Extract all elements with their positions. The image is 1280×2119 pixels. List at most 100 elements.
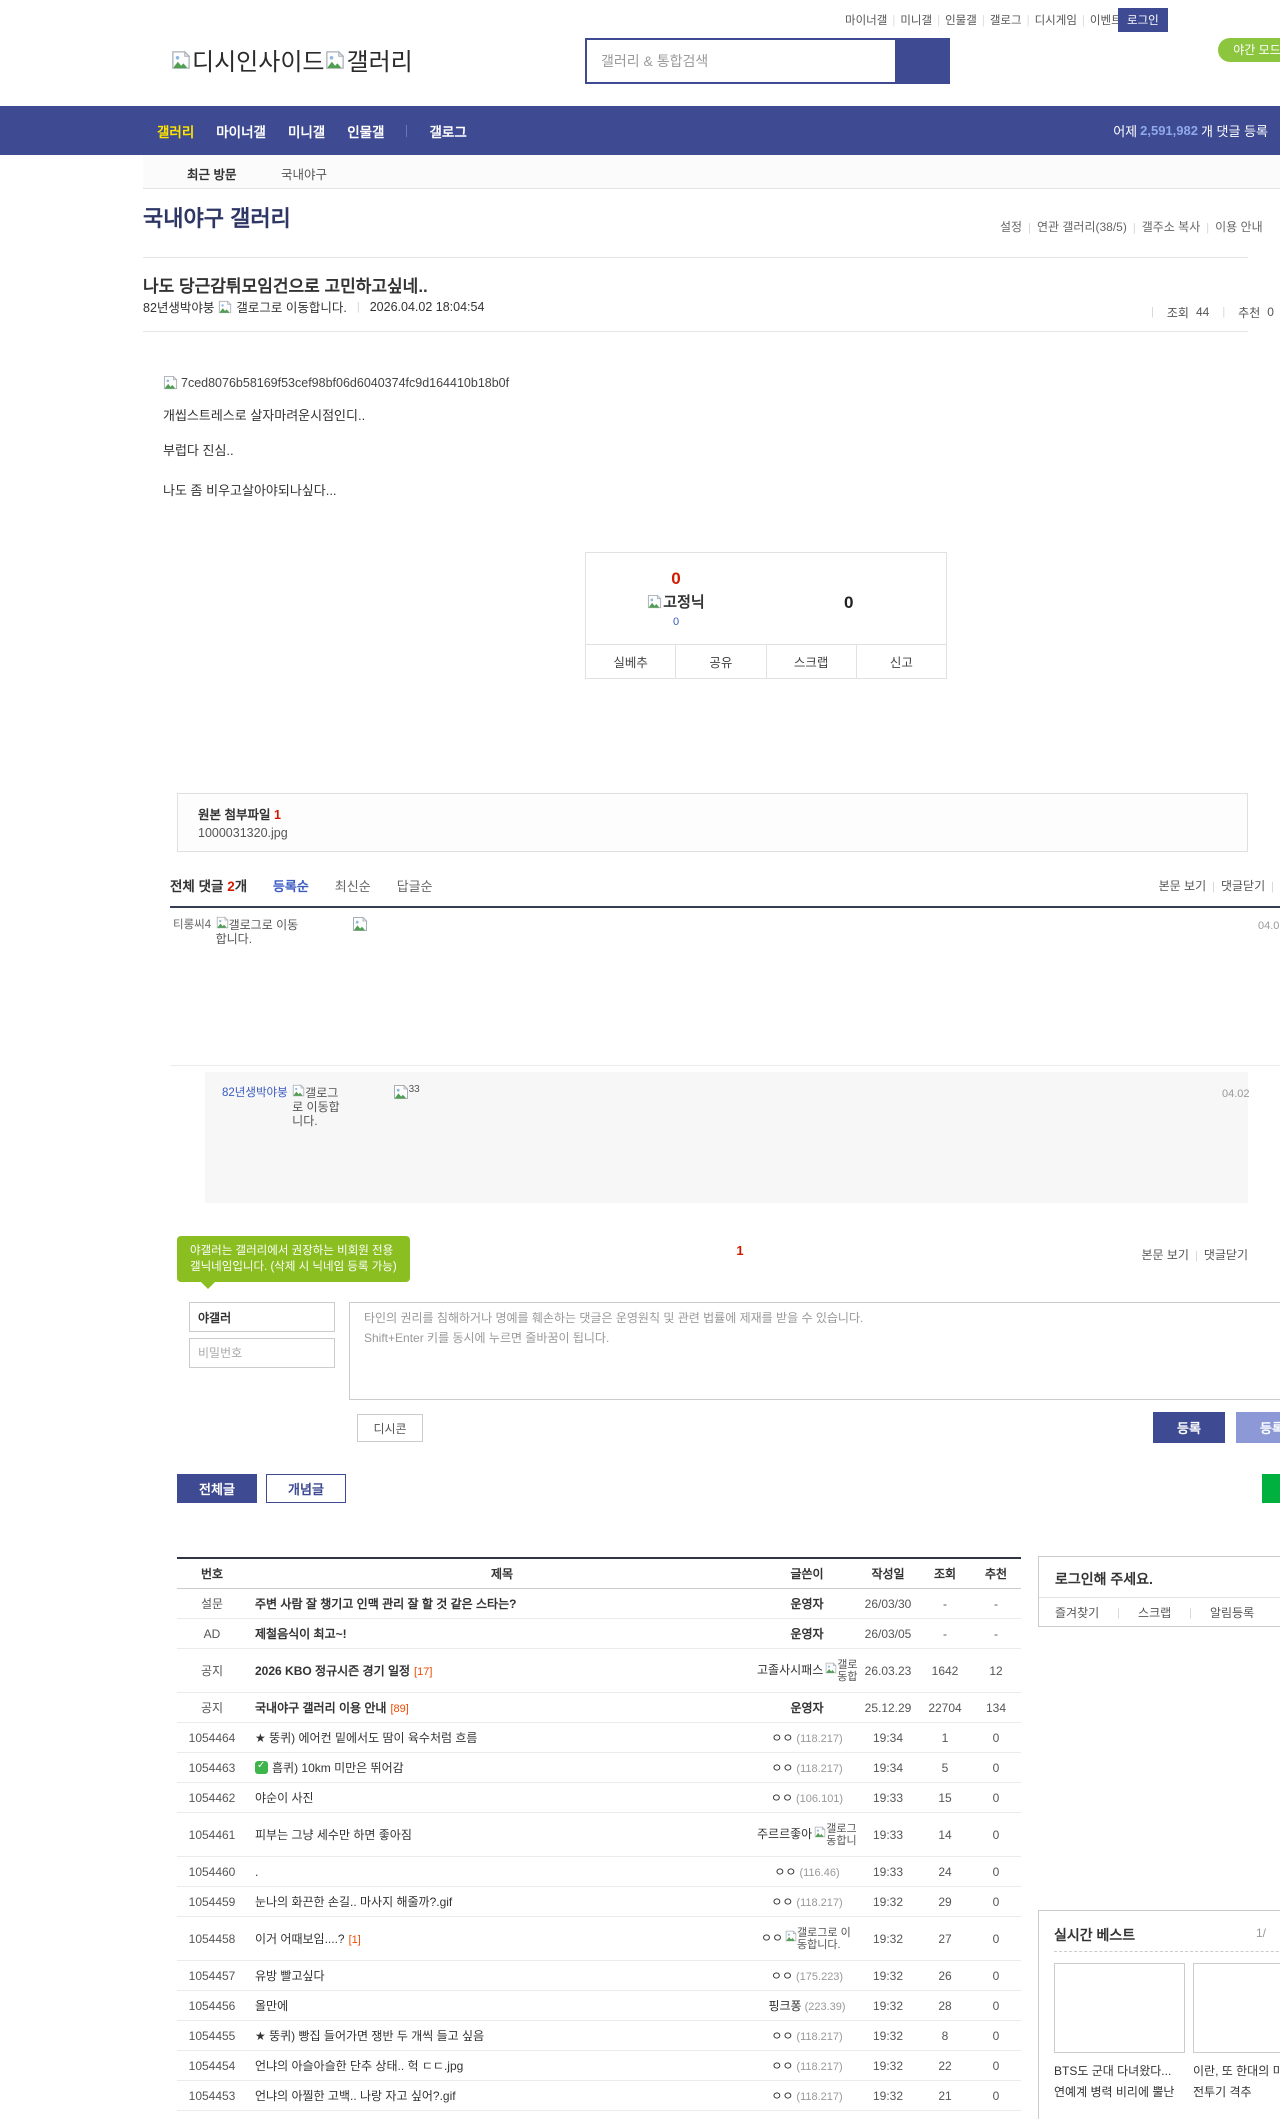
comment-submit-button[interactable]: 등록 — [1153, 1412, 1225, 1443]
broken-image-icon — [216, 916, 229, 929]
dccon-broken-image — [352, 916, 368, 937]
utility-link-1[interactable]: 미니갤 — [900, 15, 932, 27]
post-link[interactable]: 유방 빨고싶다 — [255, 1969, 325, 1983]
nav-item-0[interactable]: 갤러리 — [157, 121, 194, 141]
gallog-broken-link[interactable]: 갤로그로 이동합니다. — [292, 1084, 348, 1128]
recent-visit-label: 최근 방문 — [187, 168, 237, 182]
divider — [143, 331, 1248, 332]
comment-sort-1[interactable]: 최신순 — [335, 879, 371, 894]
comment-view-link-0[interactable]: 본문 보기 — [1141, 1248, 1189, 1262]
comment-view-link-1[interactable]: 댓글닫기 — [1221, 879, 1265, 893]
post-link[interactable]: 주변 사람 잘 챙기고 인맥 관리 잘 할 것 같은 스타는? — [255, 1597, 516, 1611]
gallery-meta-link-3[interactable]: 이용 안내 — [1215, 220, 1263, 234]
gallog-broken-link[interactable]: 갤로그로 이동합니다. — [216, 916, 308, 946]
best-item[interactable]: BTS도 군대 다녀왔다... 연예계 병력 비리에 뿔난 — [1054, 1963, 1185, 2103]
post-link[interactable]: ★ 뚱퀴) 빵집 들어가면 쟁반 두 개씩 들고 싶음 — [255, 2029, 484, 2043]
author-nick[interactable]: 운영자 — [790, 1701, 823, 1715]
vote-button-3[interactable]: 신고 — [890, 652, 913, 671]
author-nick[interactable]: ㅇㅇ — [771, 1969, 793, 1983]
divider: | — [1117, 1606, 1121, 1619]
recent-gallery-tab[interactable]: 국내야구 — [281, 164, 327, 183]
post-link[interactable]: 피부는 그냥 세수만 하면 좋아짐 — [255, 1828, 412, 1842]
nav-item-3[interactable]: 인물갤 — [347, 121, 384, 141]
dccon-button[interactable]: 디시콘 — [357, 1414, 423, 1442]
post-number: 1054462 — [177, 1782, 247, 1813]
comment-sort-0[interactable]: 등록순 — [273, 879, 309, 894]
post-author-cell: ㅇㅇ (118.217) — [757, 1722, 857, 1753]
comment-textarea[interactable]: 타인의 권리를 침해하거나 명예를 훼손하는 댓글은 운영원칙 및 관련 법률에… — [349, 1302, 1280, 1400]
login-box-button-1[interactable]: 스크랩 — [1138, 1604, 1171, 1621]
search-input[interactable] — [585, 38, 923, 84]
post-link[interactable]: 이거 어때보임....? — [255, 1932, 345, 1946]
utility-link-0[interactable]: 마이너갤 — [845, 15, 887, 27]
comment-view-link-1[interactable]: 댓글닫기 — [1204, 1248, 1248, 1262]
post-link[interactable]: 언냐의 아찔한 고백.. 나랑 자고 싶어?.gif — [255, 2089, 456, 2103]
night-mode-button[interactable]: 야간 모드 — [1218, 38, 1280, 62]
comment-author[interactable]: 티롱씨4 — [173, 919, 211, 931]
gallery-meta-link-0[interactable]: 설정 — [1000, 220, 1022, 234]
author-ip: (118.217) — [796, 1897, 843, 1909]
vote-button-0[interactable]: 실베추 — [613, 652, 648, 671]
utility-link-5[interactable]: 이벤트 — [1090, 15, 1122, 27]
tab-best-posts[interactable]: 개념글 — [266, 1474, 346, 1503]
author-nick[interactable]: ㅇㅇ — [771, 1761, 793, 1775]
author-nick[interactable]: ㅇㅇ — [771, 2089, 793, 2103]
nav-item-2[interactable]: 미니갤 — [288, 121, 325, 141]
comment-author[interactable]: 82년생박야붕 — [222, 1087, 288, 1099]
utility-link-2[interactable]: 인물갤 — [945, 15, 977, 27]
site-logo[interactable]: 디시인사이드 갤러리 — [170, 42, 413, 77]
broken-image-icon — [163, 375, 178, 390]
comment-sort-2[interactable]: 답글순 — [397, 879, 433, 894]
post-link[interactable]: . — [255, 1865, 258, 1879]
login-box-button-2[interactable]: 알림등록 — [1210, 1604, 1254, 1621]
gallog-broken-link[interactable]: 갤로그로 이동합니다. — [825, 1659, 857, 1683]
author-nick[interactable]: 운영자 — [790, 1627, 823, 1641]
post-link[interactable]: 올만에 — [255, 1999, 288, 2013]
login-box-button-0[interactable]: 즐겨찾기 — [1055, 1604, 1099, 1621]
author-nick[interactable]: ㅇㅇ — [771, 2059, 793, 2073]
login-button[interactable]: 로그인 — [1118, 8, 1168, 32]
gallog-broken-link[interactable]: 갤로그로 이동합니다. — [814, 1823, 857, 1847]
post-link[interactable]: 눈나의 화끈한 손길.. 마사지 해줄까?.gif — [255, 1895, 452, 1909]
post-link[interactable]: 언냐의 아슬아슬한 단추 상태.. 헉 ㄷㄷ.jpg — [255, 2059, 463, 2073]
gallery-meta-link-2[interactable]: 갤주소 복사 — [1142, 220, 1201, 234]
write-post-button[interactable]: 글쓰기 — [1262, 1474, 1280, 1503]
vote-button-2[interactable]: 스크랩 — [794, 652, 829, 671]
comment-password-input[interactable] — [189, 1338, 335, 1368]
vote-button-1[interactable]: 공유 — [709, 652, 732, 671]
post-link[interactable]: 제철음식이 최고~! — [255, 1627, 347, 1641]
author-nick[interactable]: 운영자 — [790, 1597, 823, 1611]
best-item[interactable]: 이란, 또 한대의 미 35 전투기 격추 — [1193, 1963, 1280, 2103]
upvote-area[interactable]: 0 고정닉 0 — [586, 569, 766, 628]
post-link[interactable]: ★ 뚱퀴) 에어컨 밑에서도 땀이 육수처럼 흐름 — [255, 1731, 477, 1745]
comment-submit-secondary-button[interactable]: 등록 — [1236, 1412, 1280, 1443]
post-link[interactable]: 흠퀴) 10km 미만은 뛰어감 — [272, 1761, 404, 1775]
gallery-meta-link-1[interactable]: 연관 갤러리(38/5) — [1037, 220, 1127, 234]
author-nick[interactable]: ㅇㅇ — [761, 1931, 783, 1945]
search-submit-button[interactable] — [895, 38, 950, 84]
post-link[interactable]: 국내야구 갤러리 이용 안내 — [255, 1701, 386, 1715]
post-author[interactable]: 82년생박야붕 — [143, 297, 214, 316]
author-nick[interactable]: 고졸사시패스 — [757, 1663, 823, 1677]
attachment-file-link[interactable]: 1000031320.jpg — [198, 826, 288, 840]
tab-all-posts[interactable]: 전체글 — [177, 1474, 257, 1503]
utility-link-4[interactable]: 디시게임 — [1035, 15, 1077, 27]
author-nick[interactable]: ㅇㅇ — [771, 1791, 793, 1805]
post-link[interactable]: 야순이 사진 — [255, 1791, 314, 1805]
gallog-broken-link[interactable]: 갤로그로 이동합니다. — [785, 1927, 853, 1951]
author-nick[interactable]: 주르르좋아 — [757, 1827, 812, 1841]
comment-view-link-0[interactable]: 본문 보기 — [1159, 879, 1207, 893]
author-nick[interactable]: ㅇㅇ — [771, 1731, 793, 1745]
author-nick[interactable]: ㅇㅇ — [774, 1865, 796, 1879]
post-link[interactable]: 2026 KBO 정규시즌 경기 일정 — [255, 1664, 410, 1678]
comment-pagination[interactable]: 1 — [700, 1243, 780, 1258]
gallery-title[interactable]: 국내야구 갤러리 — [143, 201, 291, 233]
author-nick[interactable]: 핑크퐁 — [768, 1999, 801, 2013]
utility-link-3[interactable]: 갤로그 — [990, 15, 1022, 27]
nav-item-4[interactable]: 갤로그 — [429, 121, 466, 141]
comment-nickname-input[interactable] — [189, 1302, 335, 1332]
nav-item-1[interactable]: 마이너갤 — [216, 121, 266, 141]
table-row: 공지 2026 KBO 정규시즌 경기 일정 [17] 고졸사시패스 갤로그로 이동합니… — [177, 1648, 1021, 1693]
author-nick[interactable]: ㅇㅇ — [771, 2029, 793, 2043]
author-nick[interactable]: ㅇㅇ — [771, 1895, 793, 1909]
